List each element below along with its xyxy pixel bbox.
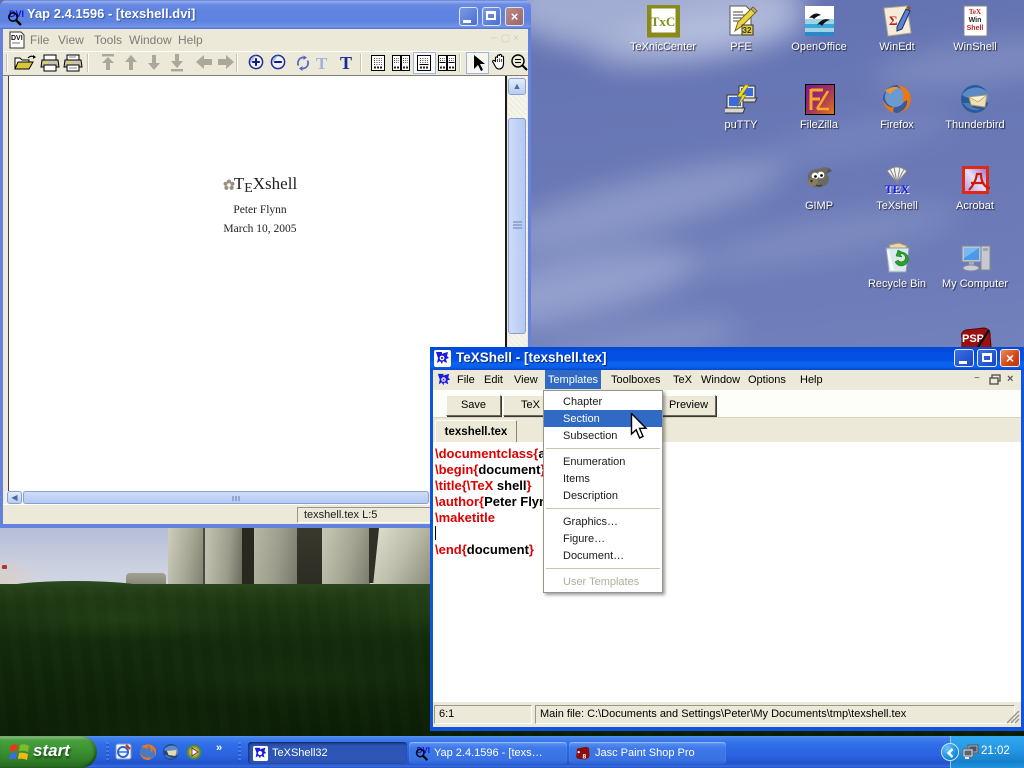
- svg-text:TxC: TxC: [650, 14, 675, 29]
- svg-text:T: T: [316, 54, 328, 73]
- svg-text:Shell: Shell: [966, 25, 983, 32]
- svg-text:TEX: TEX: [884, 182, 909, 196]
- svg-text:Win: Win: [968, 17, 981, 24]
- svg-text:32: 32: [742, 26, 751, 35]
- svg-text:T: T: [340, 53, 352, 73]
- svg-text:Σ: Σ: [889, 13, 898, 28]
- svg-text:TeX: TeX: [968, 8, 980, 16]
- svg-text:DVI: DVI: [11, 35, 23, 42]
- svg-text:8: 8: [583, 753, 587, 760]
